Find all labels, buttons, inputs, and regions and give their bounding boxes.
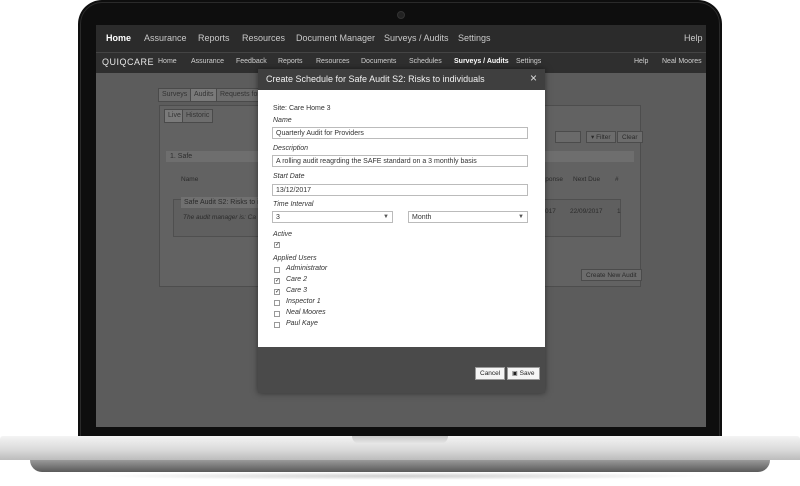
user-label-care-3: Care 3	[286, 287, 308, 294]
filter-label: Filter	[596, 134, 611, 141]
user-checkbox-administrator[interactable]	[274, 267, 280, 273]
interval-unit-select[interactable]: Month ▼	[408, 211, 528, 223]
outer-nav-settings[interactable]: Settings	[458, 33, 491, 43]
app-nav-surveys-audits[interactable]: Surveys / Audits	[454, 58, 509, 65]
description-label: Description	[273, 145, 309, 152]
active-label: Active	[273, 231, 293, 238]
save-button[interactable]: ▣ Save	[507, 367, 540, 380]
laptop-base-bottom	[30, 460, 770, 472]
app-nav-documents[interactable]: Documents	[361, 58, 396, 65]
col-hash: #	[615, 176, 619, 183]
laptop-shadow	[90, 472, 710, 480]
interval-number-select[interactable]: 3 ▼	[272, 211, 393, 223]
user-checkbox-care-3[interactable]: ✓	[274, 289, 280, 295]
user-label-inspector-1: Inspector 1	[286, 298, 321, 305]
app-nav-home[interactable]: Home	[158, 58, 177, 65]
app-nav-reports[interactable]: Reports	[278, 58, 303, 65]
outer-nav: Home Assurance Reports Resources Documen…	[96, 25, 706, 52]
cancel-button[interactable]: Cancel	[475, 367, 506, 380]
col-next-due: Next Due	[573, 176, 601, 183]
app-nav-user[interactable]: Neal Moores	[662, 58, 702, 65]
user-checkbox-paul-kaye[interactable]	[274, 322, 280, 328]
start-date-label: Start Date	[273, 173, 305, 180]
chevron-down-icon: ▼	[518, 214, 524, 220]
start-date-input[interactable]: 13/12/2017	[272, 184, 528, 196]
col-response: sponse	[542, 176, 563, 183]
time-interval-label: Time Interval	[273, 201, 314, 208]
clear-button[interactable]: Clear	[617, 131, 643, 143]
dialog-footer: Cancel ▣ Save	[258, 347, 545, 393]
app-nav-help[interactable]: Help	[634, 58, 648, 65]
audit-row-next-due: 22/09/2017	[570, 208, 603, 215]
search-input[interactable]	[555, 131, 581, 143]
filter-button[interactable]: ▾ Filter	[586, 131, 616, 143]
brand-logo[interactable]: QUIQCARE	[102, 57, 154, 67]
save-icon: ▣	[512, 371, 518, 377]
camera-icon	[397, 11, 405, 19]
audit-row-count: 1	[617, 208, 621, 215]
user-label-care-2: Care 2	[286, 276, 308, 283]
app-nav-schedules[interactable]: Schedules	[409, 58, 442, 65]
interval-number-value: 3	[276, 214, 280, 221]
outer-nav-help[interactable]: Help	[684, 33, 703, 43]
outer-nav-home[interactable]: Home	[106, 33, 131, 43]
audit-row-title[interactable]: Safe Audit S2: Risks to i	[181, 197, 262, 208]
user-checkbox-neal-moores[interactable]	[274, 311, 280, 317]
user-label-neal-moores: Neal Moores	[286, 309, 326, 316]
name-label: Name	[273, 117, 292, 124]
dialog-title: Create Schedule for Safe Audit S2: Risks…	[266, 74, 485, 84]
active-checkbox[interactable]: ✓	[274, 242, 280, 248]
outer-nav-document-manager[interactable]: Document Manager	[296, 33, 375, 43]
app-nav-settings[interactable]: Settings	[516, 58, 541, 65]
description-input[interactable]: A rolling audit reagrding the SAFE stand…	[272, 155, 528, 167]
close-icon[interactable]: ×	[530, 72, 537, 84]
tab-requests[interactable]: Requests for	[216, 88, 264, 102]
chevron-down-icon: ▼	[383, 214, 389, 220]
dialog-header: Create Schedule for Safe Audit S2: Risks…	[258, 69, 545, 90]
screen: Home Assurance Reports Resources Documen…	[96, 25, 706, 427]
outer-nav-assurance[interactable]: Assurance	[144, 33, 187, 43]
tab-historic[interactable]: Historic	[182, 109, 214, 123]
col-name: Name	[181, 176, 199, 183]
tab-surveys[interactable]: Surveys	[158, 88, 192, 102]
app-nav-resources[interactable]: Resources	[316, 58, 349, 65]
user-label-administrator: Administrator	[286, 265, 328, 272]
app-nav-assurance[interactable]: Assurance	[191, 58, 224, 65]
user-checkbox-care-2[interactable]: ✓	[274, 278, 280, 284]
create-schedule-dialog: Create Schedule for Safe Audit S2: Risks…	[258, 69, 545, 393]
applied-users-label: Applied Users	[273, 255, 317, 262]
user-label-paul-kaye: Paul Kaye	[286, 320, 318, 327]
audit-row-response: 017	[545, 208, 556, 215]
tab-audits[interactable]: Audits	[190, 88, 218, 102]
name-input[interactable]: Quarterly Audit for Providers	[272, 127, 528, 139]
outer-nav-reports[interactable]: Reports	[198, 33, 230, 43]
create-new-audit-button[interactable]: Create New Audit	[581, 269, 642, 281]
site-text: Site: Care Home 3	[273, 105, 331, 112]
app-nav-feedback[interactable]: Feedback	[236, 58, 267, 65]
laptop-notch	[352, 436, 448, 444]
audit-row-manager: The audit manager is: Ca	[183, 214, 256, 221]
outer-nav-resources[interactable]: Resources	[242, 33, 285, 43]
interval-unit-value: Month	[412, 214, 432, 221]
save-label: Save	[519, 370, 535, 377]
outer-nav-surveys-audits[interactable]: Surveys / Audits	[384, 33, 449, 43]
user-checkbox-inspector-1[interactable]	[274, 300, 280, 306]
